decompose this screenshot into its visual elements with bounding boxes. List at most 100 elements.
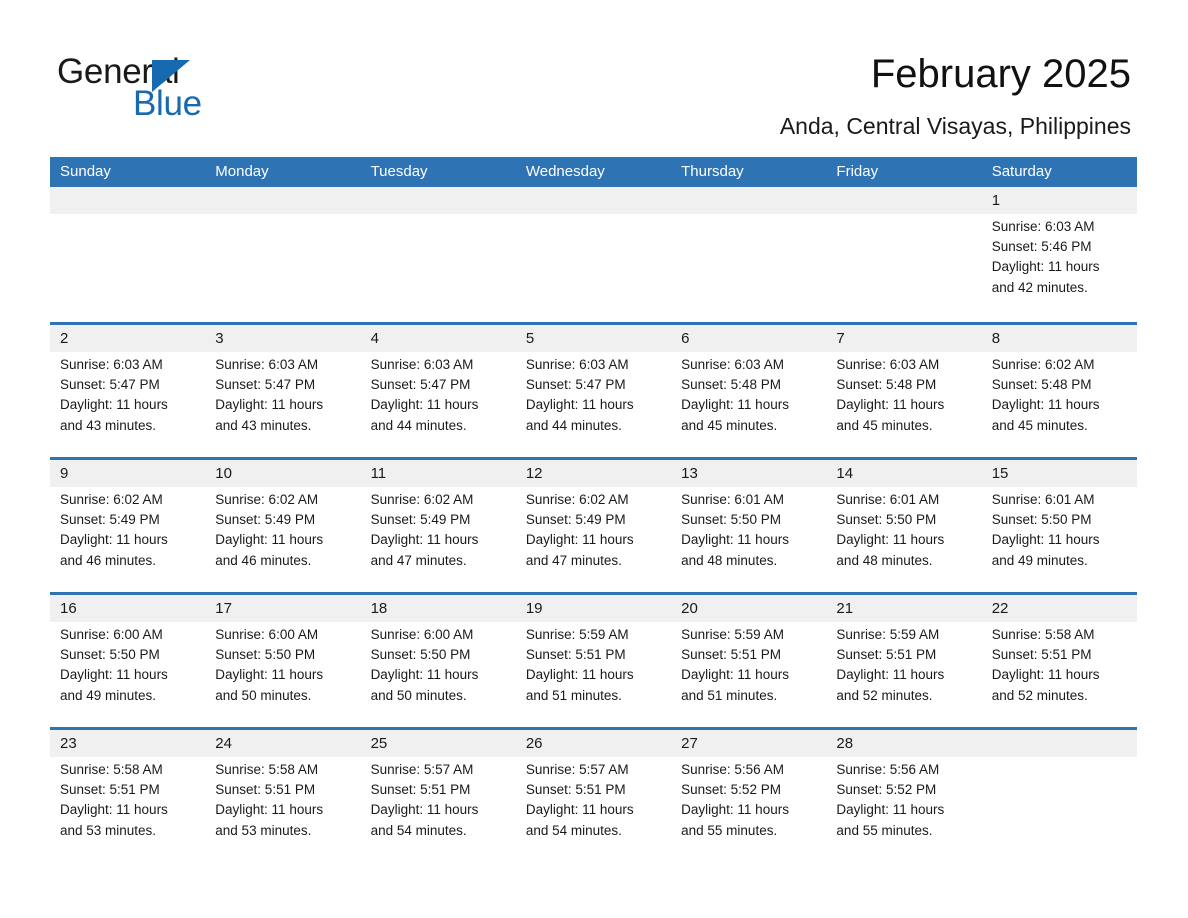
daylight-line2: and 45 minutes. [991, 417, 1088, 433]
calendar-day-cell[interactable]: 21 Sunrise: 5:59 AM Sunset: 5:51 PM Dayl… [826, 595, 981, 727]
day-number: 25 [370, 735, 388, 752]
daylight-line1: Daylight: 11 hours [681, 532, 789, 548]
daylight-line1: Daylight: 11 hours [681, 802, 789, 818]
daylight-line2: and 49 minutes. [991, 552, 1088, 568]
day-details: Sunrise: 6:00 AM Sunset: 5:50 PM Dayligh… [371, 622, 506, 706]
calendar-day-cell[interactable]: 10 Sunrise: 6:02 AM Sunset: 5:49 PM Dayl… [205, 460, 360, 592]
sunrise-text: Sunrise: 6:03 AM [60, 357, 163, 372]
weekday-header-wednesday: Wednesday [525, 163, 605, 180]
daylight-line2: and 51 minutes. [525, 687, 622, 703]
page-header: General Blue February 2025 Anda, Central… [0, 0, 1188, 156]
sunset-text: Sunset: 5:51 PM [60, 782, 160, 798]
day-details: Sunrise: 6:02 AM Sunset: 5:48 PM Dayligh… [992, 352, 1127, 436]
calendar-day-cell[interactable]: 25 Sunrise: 5:57 AM Sunset: 5:51 PM Dayl… [361, 730, 516, 862]
daylight-line1: Daylight: 11 hours [215, 397, 324, 413]
daylight-line2: and 53 minutes. [215, 822, 312, 838]
calendar-day-cell[interactable]: 15 Sunrise: 6:01 AM Sunset: 5:50 PM Dayl… [982, 460, 1137, 592]
day-details: Sunrise: 5:59 AM Sunset: 5:51 PM Dayligh… [526, 622, 661, 706]
calendar-day-cell[interactable]: 1 Sunrise: 6:03 AM Sunset: 5:46 PM Dayli… [982, 187, 1137, 322]
sunset-text: Sunset: 5:52 PM [836, 782, 937, 798]
calendar-day-cell [982, 730, 1137, 862]
daylight-line2: and 47 minutes. [370, 552, 467, 568]
calendar-day-cell [361, 187, 516, 322]
calendar-day-cell[interactable]: 12 Sunrise: 6:02 AM Sunset: 5:49 PM Dayl… [516, 460, 671, 592]
sunrise-text: Sunrise: 5:58 AM [215, 762, 319, 777]
calendar-day-cell[interactable]: 17 Sunrise: 6:00 AM Sunset: 5:50 PM Dayl… [205, 595, 360, 727]
sunset-text: Sunset: 5:50 PM [370, 647, 471, 663]
daylight-line1: Daylight: 11 hours [991, 667, 1100, 683]
day-details [992, 757, 1127, 760]
sunset-text: Sunset: 5:47 PM [525, 377, 626, 393]
sunset-text: Sunset: 5:50 PM [60, 647, 160, 663]
generalblue-logo[interactable]: General Blue [57, 52, 317, 124]
sunrise-text: Sunrise: 5:57 AM [370, 762, 474, 777]
sunset-text: Sunset: 5:48 PM [681, 377, 781, 393]
calendar-day-cell[interactable]: 11 Sunrise: 6:02 AM Sunset: 5:49 PM Dayl… [361, 460, 516, 592]
daylight-line1: Daylight: 11 hours [681, 667, 789, 683]
day-details: Sunrise: 6:02 AM Sunset: 5:49 PM Dayligh… [215, 487, 350, 571]
daylight-line1: Daylight: 11 hours [60, 802, 168, 818]
calendar-day-cell[interactable]: 8 Sunrise: 6:02 AM Sunset: 5:48 PM Dayli… [982, 325, 1137, 457]
sunrise-text: Sunrise: 6:02 AM [525, 492, 629, 507]
day-details [215, 214, 350, 217]
sunrise-text: Sunrise: 6:00 AM [215, 627, 319, 642]
daylight-line2: and 42 minutes. [991, 279, 1088, 295]
calendar-day-cell[interactable]: 26 Sunrise: 5:57 AM Sunset: 5:51 PM Dayl… [516, 730, 671, 862]
calendar-day-cell[interactable]: 6 Sunrise: 6:03 AM Sunset: 5:48 PM Dayli… [671, 325, 826, 457]
day-number: 9 [60, 465, 69, 482]
daylight-line2: and 54 minutes. [525, 822, 622, 838]
sunset-text: Sunset: 5:51 PM [836, 647, 937, 663]
day-details: Sunrise: 6:01 AM Sunset: 5:50 PM Dayligh… [992, 487, 1127, 571]
calendar-day-cell[interactable]: 14 Sunrise: 6:01 AM Sunset: 5:50 PM Dayl… [826, 460, 981, 592]
daylight-line1: Daylight: 11 hours [370, 802, 479, 818]
daylight-line1: Daylight: 11 hours [370, 397, 479, 413]
calendar-day-cell[interactable]: 9 Sunrise: 6:02 AM Sunset: 5:49 PM Dayli… [50, 460, 205, 592]
day-details: Sunrise: 6:03 AM Sunset: 5:47 PM Dayligh… [526, 352, 661, 436]
day-details: Sunrise: 6:03 AM Sunset: 5:47 PM Dayligh… [215, 352, 350, 436]
sunrise-text: Sunrise: 6:02 AM [60, 492, 163, 507]
sunset-text: Sunset: 5:51 PM [525, 782, 626, 798]
sunset-text: Sunset: 5:51 PM [525, 647, 626, 663]
calendar-day-cell[interactable]: 24 Sunrise: 5:58 AM Sunset: 5:51 PM Dayl… [205, 730, 360, 862]
calendar-day-cell[interactable]: 18 Sunrise: 6:00 AM Sunset: 5:50 PM Dayl… [361, 595, 516, 727]
daylight-line2: and 52 minutes. [991, 687, 1088, 703]
daylight-line2: and 46 minutes. [60, 552, 157, 568]
sunset-text: Sunset: 5:52 PM [681, 782, 781, 798]
calendar-day-cell[interactable]: 20 Sunrise: 5:59 AM Sunset: 5:51 PM Dayl… [671, 595, 826, 727]
day-details: Sunrise: 6:02 AM Sunset: 5:49 PM Dayligh… [526, 487, 661, 571]
calendar-week-row: 2 Sunrise: 6:03 AM Sunset: 5:47 PM Dayli… [50, 322, 1137, 457]
day-details: Sunrise: 6:01 AM Sunset: 5:50 PM Dayligh… [836, 487, 971, 571]
calendar-day-cell[interactable]: 4 Sunrise: 6:03 AM Sunset: 5:47 PM Dayli… [361, 325, 516, 457]
calendar-day-cell[interactable]: 7 Sunrise: 6:03 AM Sunset: 5:48 PM Dayli… [826, 325, 981, 457]
sunrise-text: Sunrise: 5:59 AM [525, 627, 629, 642]
calendar-day-cell [826, 187, 981, 322]
calendar-week-row: 9 Sunrise: 6:02 AM Sunset: 5:49 PM Dayli… [50, 457, 1137, 592]
sunrise-text: Sunrise: 6:03 AM [836, 357, 940, 372]
daylight-line1: Daylight: 11 hours [836, 667, 945, 683]
sunrise-text: Sunrise: 6:03 AM [370, 357, 474, 372]
weekday-header-thursday: Thursday [681, 163, 744, 180]
day-number: 14 [836, 465, 854, 482]
daylight-line1: Daylight: 11 hours [991, 259, 1100, 275]
calendar-day-cell[interactable]: 16 Sunrise: 6:00 AM Sunset: 5:50 PM Dayl… [50, 595, 205, 727]
day-number: 28 [836, 735, 854, 752]
calendar-day-cell[interactable]: 22 Sunrise: 5:58 AM Sunset: 5:51 PM Dayl… [982, 595, 1137, 727]
calendar-day-cell[interactable]: 5 Sunrise: 6:03 AM Sunset: 5:47 PM Dayli… [516, 325, 671, 457]
day-number: 16 [60, 600, 77, 617]
calendar-day-cell[interactable]: 2 Sunrise: 6:03 AM Sunset: 5:47 PM Dayli… [50, 325, 205, 457]
calendar-day-cell[interactable]: 28 Sunrise: 5:56 AM Sunset: 5:52 PM Dayl… [826, 730, 981, 862]
calendar-day-cell[interactable]: 23 Sunrise: 5:58 AM Sunset: 5:51 PM Dayl… [50, 730, 205, 862]
calendar-day-cell[interactable]: 3 Sunrise: 6:03 AM Sunset: 5:47 PM Dayli… [205, 325, 360, 457]
calendar-day-cell[interactable]: 19 Sunrise: 5:59 AM Sunset: 5:51 PM Dayl… [516, 595, 671, 727]
day-number: 11 [370, 465, 387, 482]
calendar-day-cell[interactable]: 27 Sunrise: 5:56 AM Sunset: 5:52 PM Dayl… [671, 730, 826, 862]
day-details: Sunrise: 5:56 AM Sunset: 5:52 PM Dayligh… [681, 757, 816, 841]
day-details: Sunrise: 5:58 AM Sunset: 5:51 PM Dayligh… [215, 757, 350, 841]
day-number: 13 [681, 465, 698, 482]
daylight-line2: and 44 minutes. [525, 417, 622, 433]
daylight-line1: Daylight: 11 hours [991, 532, 1100, 548]
day-details: Sunrise: 6:03 AM Sunset: 5:47 PM Dayligh… [371, 352, 506, 436]
calendar-day-cell[interactable]: 13 Sunrise: 6:01 AM Sunset: 5:50 PM Dayl… [671, 460, 826, 592]
calendar-week-row: 23 Sunrise: 5:58 AM Sunset: 5:51 PM Dayl… [50, 727, 1137, 862]
daylight-line1: Daylight: 11 hours [370, 532, 479, 548]
